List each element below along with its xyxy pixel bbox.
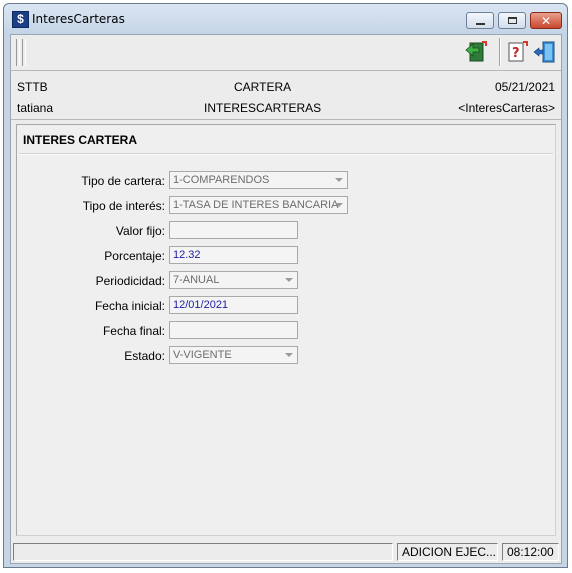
porcentaje-field[interactable]: 12.32 <box>169 246 298 264</box>
back-arrow-icon[interactable] <box>464 40 488 64</box>
periodicidad-value: 7-ANUAL <box>173 274 220 286</box>
tipo-cartera-label: Tipo de cartera: <box>81 174 165 188</box>
tipo-interes-value: 1-TASA DE INTERES BANCARIA <box>173 199 339 211</box>
window-title: InteresCarteras <box>32 12 125 26</box>
fecha-final-field[interactable] <box>169 321 298 339</box>
minimize-button[interactable] <box>466 12 494 29</box>
fecha-inicial-label: Fecha inicial: <box>94 299 165 313</box>
status-message <box>13 543 393 561</box>
title-bar[interactable]: $ InteresCarteras ✕ <box>4 4 567 34</box>
tipo-interes-select[interactable]: 1-TASA DE INTERES BANCARIA <box>169 196 348 214</box>
close-button[interactable]: ✕ <box>530 12 562 29</box>
toolbar-grip[interactable] <box>22 39 26 66</box>
header-date: 05/21/2021 <box>494 80 555 94</box>
tipo-cartera-select[interactable]: 1-COMPARENDOS <box>169 171 348 189</box>
section-title: INTERES CARTERA <box>23 133 138 147</box>
svg-text:?: ? <box>512 46 520 61</box>
porcentaje-label: Porcentaje: <box>104 249 165 263</box>
section-divider <box>19 153 553 155</box>
estado-select[interactable]: V-VIGENTE <box>169 346 298 364</box>
help-icon[interactable]: ? <box>505 40 529 64</box>
close-icon: ✕ <box>540 13 552 28</box>
chevron-down-icon[interactable] <box>285 278 293 282</box>
screen-name: INTERESCARTERAS <box>204 101 322 115</box>
status-mode: ADICION EJEC... <box>397 543 498 561</box>
client-area: ? STTB CARTERA 05/21/2021 tatiana INTERE… <box>10 34 562 564</box>
periodicidad-select[interactable]: 7-ANUAL <box>169 271 298 289</box>
status-time: 08:12:00 <box>502 543 559 561</box>
app-window: $ InteresCarteras ✕ ? STTB CARTERA 05/21… <box>3 3 568 568</box>
periodicidad-label: Periodicidad: <box>95 274 165 288</box>
form-panel: INTERES CARTERA Tipo de cartera: 1-COMPA… <box>16 124 556 536</box>
chevron-down-icon[interactable] <box>335 203 343 207</box>
tipo-cartera-value: 1-COMPARENDOS <box>173 174 270 186</box>
app-dollar-icon: $ <box>12 11 29 28</box>
module-name: CARTERA <box>234 80 292 94</box>
fecha-inicial-field[interactable]: 12/01/2021 <box>169 296 298 314</box>
tipo-interes-label: Tipo de interés: <box>82 199 165 213</box>
chevron-down-icon[interactable] <box>335 178 343 182</box>
estado-value: V-VIGENTE <box>173 349 232 361</box>
fecha-final-label: Fecha final: <box>102 324 165 338</box>
toolbar: ? <box>11 35 561 71</box>
screen-tag: <InteresCarteras> <box>458 101 555 115</box>
user-name: tatiana <box>17 101 54 115</box>
exit-door-icon[interactable] <box>533 40 557 64</box>
header-panel: STTB CARTERA 05/21/2021 tatiana INTERESC… <box>11 71 561 120</box>
minimize-icon <box>475 22 485 25</box>
valor-fijo-field[interactable] <box>169 221 298 239</box>
status-bar: ADICION EJEC... 08:12:00 <box>11 540 561 563</box>
toolbar-separator <box>499 38 501 66</box>
estado-label: Estado: <box>124 349 165 363</box>
valor-fijo-label: Valor fijo: <box>115 224 165 238</box>
maximize-button[interactable] <box>498 12 526 29</box>
org-code: STTB <box>17 80 48 94</box>
maximize-icon <box>507 17 517 24</box>
chevron-down-icon[interactable] <box>285 353 293 357</box>
toolbar-grip[interactable] <box>16 39 20 66</box>
